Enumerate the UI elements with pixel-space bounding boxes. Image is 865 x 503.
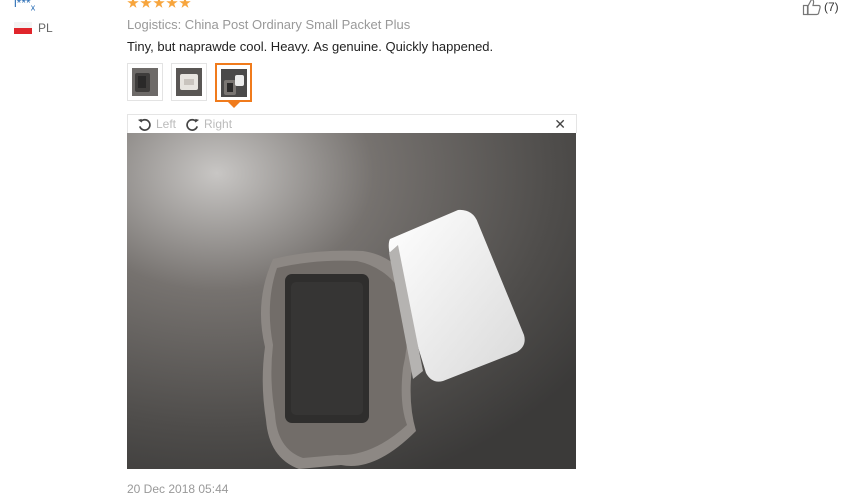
helpful-count: (7)	[824, 0, 839, 14]
review-thumbnail-3-selected[interactable]	[215, 63, 252, 108]
rotate-left-icon	[137, 118, 151, 131]
thumbs-up-icon	[802, 0, 821, 16]
photo-thumbnail-icon	[220, 68, 247, 97]
close-icon[interactable]: ✕	[554, 116, 566, 133]
review-thumbnail-1[interactable]	[127, 63, 163, 101]
photo-thumbnail-icon	[176, 68, 202, 96]
logistics-info: Logistics: China Post Ordinary Small Pac…	[127, 17, 411, 32]
poland-flag-icon	[14, 22, 32, 34]
photo-thumbnail-icon	[132, 68, 158, 96]
star-rating	[127, 0, 191, 9]
review-text: Tiny, but naprawde cool. Heavy. As genui…	[127, 39, 494, 54]
reviewer-name-suffix: x	[30, 2, 36, 13]
reviewer-name[interactable]: l***x	[14, 0, 35, 12]
rotate-right-button[interactable]: Right	[185, 117, 232, 132]
reviewer-country: PL	[14, 21, 53, 35]
rotate-left-button[interactable]: Left	[137, 117, 176, 132]
rotate-right-icon	[186, 118, 200, 131]
star-icon	[153, 0, 165, 8]
star-icon	[140, 0, 152, 8]
country-code: PL	[38, 21, 53, 35]
review-photo[interactable]	[127, 133, 576, 469]
star-icon	[179, 0, 191, 8]
image-viewer-toolbar: Left Right ✕	[127, 114, 577, 133]
star-icon	[127, 0, 139, 8]
review-thumbnail-2[interactable]	[171, 63, 207, 101]
review-timestamp: 20 Dec 2018 05:44	[127, 482, 229, 496]
rotate-left-label: Left	[156, 117, 177, 131]
star-icon	[166, 0, 178, 8]
review-thumbnails	[127, 63, 252, 108]
helpful-button[interactable]: (7)	[802, 0, 839, 17]
rotate-right-label: Right	[204, 117, 233, 131]
